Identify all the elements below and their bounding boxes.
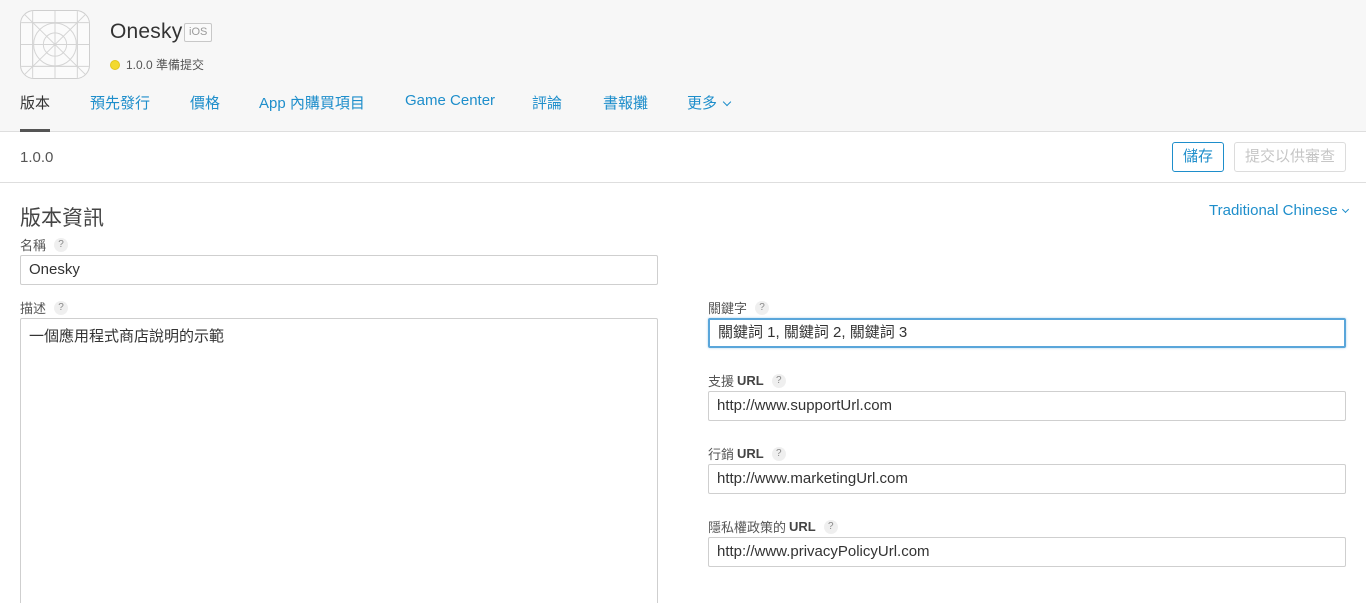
- help-icon[interactable]: ?: [54, 300, 69, 315]
- tab-game-center[interactable]: Game Center: [405, 92, 495, 109]
- keywords-label-text: 關鍵字: [708, 301, 748, 316]
- tab-more-label: 更多: [687, 95, 718, 112]
- keywords-label: 關鍵字 ?: [708, 298, 770, 317]
- language-selector[interactable]: Traditional Chinese: [1209, 202, 1349, 219]
- privacy-url-field[interactable]: http://www.privacyPolicyUrl.com: [708, 537, 1346, 567]
- tab-prerelease[interactable]: 預先發行: [90, 92, 150, 113]
- support-url-label-prefix: 支援: [708, 374, 735, 389]
- support-url-field[interactable]: http://www.supportUrl.com: [708, 391, 1346, 421]
- tab-reviews[interactable]: 評論: [532, 92, 562, 113]
- help-icon[interactable]: ?: [755, 300, 770, 315]
- tab-version[interactable]: 版本: [20, 92, 50, 113]
- name-label: 名稱 ?: [20, 235, 69, 254]
- privacy-url-label-prefix: 隱私權政策的: [708, 520, 787, 535]
- marketing-url-field[interactable]: http://www.marketingUrl.com: [708, 464, 1346, 494]
- submit-for-review-button[interactable]: 提交以供審查: [1234, 142, 1346, 172]
- app-title: Onesky: [110, 20, 183, 43]
- name-field[interactable]: Onesky: [20, 255, 658, 285]
- help-icon[interactable]: ?: [771, 446, 786, 461]
- support-url-label-suffix: URL: [737, 373, 764, 388]
- help-icon[interactable]: ?: [823, 519, 838, 534]
- section-title: 版本資訊: [20, 207, 104, 230]
- chevron-down-icon: [722, 97, 732, 107]
- help-icon[interactable]: ?: [54, 237, 69, 252]
- version-status: 1.0.0 準備提交: [110, 56, 204, 73]
- support-url-label: 支援 URL ?: [708, 371, 786, 390]
- description-label-text: 描述: [20, 301, 47, 316]
- version-number: 1.0.0: [20, 149, 54, 166]
- tab-more[interactable]: 更多: [687, 92, 732, 113]
- description-textarea[interactable]: 一個應用程式商店說明的示範: [20, 318, 658, 603]
- version-toolbar: 1.0.0 儲存 提交以供審查: [0, 132, 1366, 183]
- help-icon[interactable]: ?: [771, 373, 786, 388]
- description-label: 描述 ?: [20, 298, 69, 317]
- privacy-url-label: 隱私權政策的 URL ?: [708, 517, 838, 536]
- name-label-text: 名稱: [20, 238, 47, 253]
- keywords-field[interactable]: 關鍵詞 1, 關鍵詞 2, 關鍵詞 3: [708, 318, 1346, 348]
- tab-pricing[interactable]: 價格: [190, 92, 220, 113]
- privacy-url-label-suffix: URL: [789, 519, 816, 534]
- platform-badge: iOS: [184, 23, 213, 42]
- app-header: Onesky iOS 1.0.0 準備提交 版本 預先發行 價格 App 內購買…: [0, 0, 1366, 132]
- status-dot-icon: [110, 59, 120, 70]
- language-label: Traditional Chinese: [1209, 202, 1338, 219]
- marketing-url-label: 行銷 URL ?: [708, 444, 786, 463]
- app-icon-placeholder: [20, 10, 90, 79]
- marketing-url-label-prefix: 行銷: [708, 447, 735, 462]
- chevron-down-icon: [1341, 205, 1349, 214]
- tab-in-app-purchases[interactable]: App 內購買項目: [259, 92, 365, 113]
- save-button[interactable]: 儲存: [1172, 142, 1224, 172]
- tab-newsstand[interactable]: 書報攤: [603, 92, 648, 113]
- status-text: 1.0.0 準備提交: [126, 58, 205, 72]
- marketing-url-label-suffix: URL: [737, 446, 764, 461]
